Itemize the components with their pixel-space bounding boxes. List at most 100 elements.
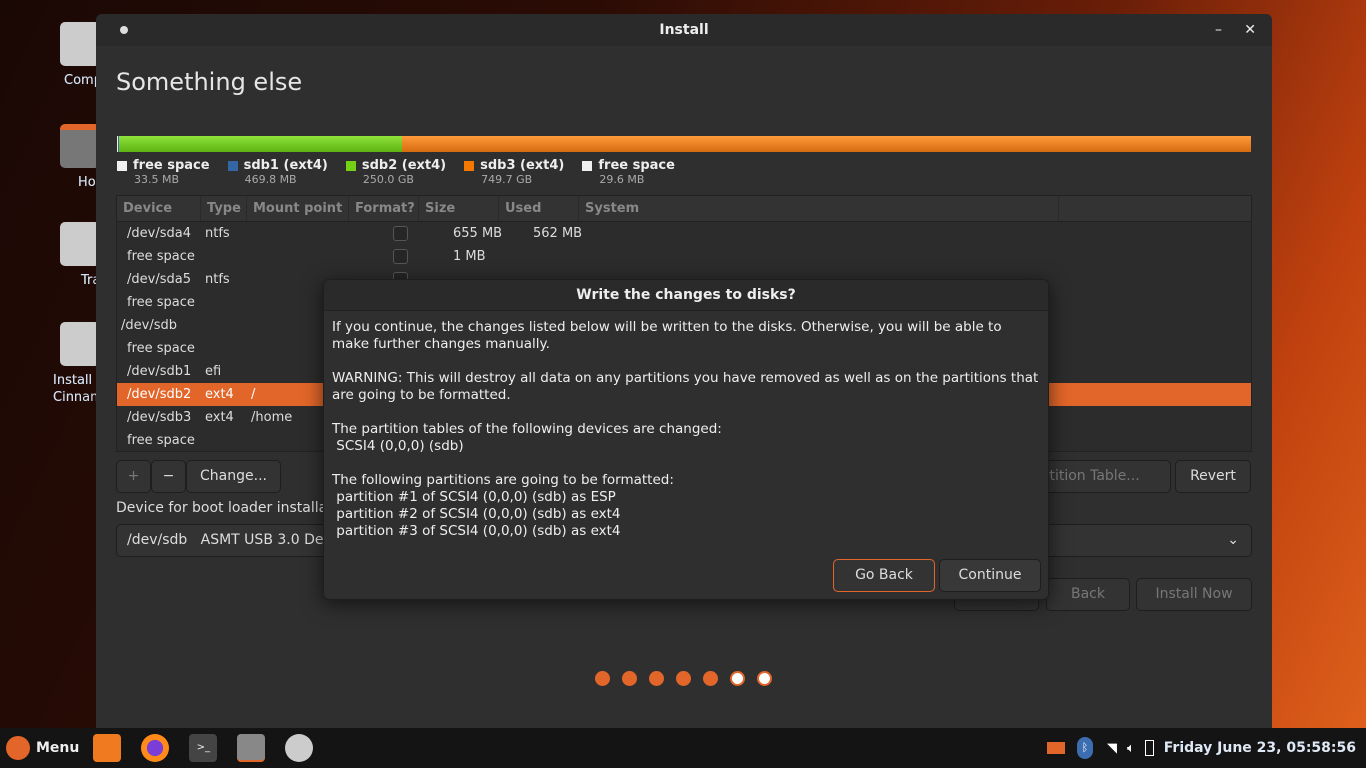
column-header[interactable]: Device	[117, 196, 201, 221]
go-back-button[interactable]: Go Back	[833, 559, 935, 592]
taskbar: Menu >_ ᛒ ◥ 🔈︎ Friday June 23, 05:58:56	[0, 728, 1366, 768]
minimize-icon[interactable]: –	[1215, 14, 1222, 46]
cell-device: /dev/sdb1	[127, 364, 192, 379]
segment-sdb3	[402, 136, 1251, 152]
cell-device: free space	[127, 433, 195, 448]
chevron-down-icon: ⌄	[1227, 532, 1239, 548]
cell-type	[201, 291, 247, 314]
titlebar: Install – ✕	[96, 14, 1272, 46]
progress-dot	[703, 671, 718, 686]
cell-device: /dev/sda5	[127, 272, 191, 287]
progress-dot	[622, 671, 637, 686]
page-title: Something else	[116, 68, 303, 96]
write-changes-dialog: Write the changes to disks? If you conti…	[323, 279, 1049, 600]
window-title: Install	[659, 22, 709, 38]
formatted-item: partition #1 of SCSI4 (0,0,0) (sdb) as E…	[332, 489, 616, 505]
home-folder-icon	[60, 124, 100, 168]
column-header[interactable]: Type	[201, 196, 247, 221]
column-header[interactable]: Used	[499, 196, 579, 221]
segment-sdb2	[119, 136, 402, 152]
dialog-intro: If you continue, the changes listed belo…	[332, 319, 1002, 352]
mint-logo-icon	[6, 736, 30, 760]
desktop-label-visible: Ho	[78, 175, 96, 190]
table-row[interactable]: /dev/sda4 ntfs 655 MB 562 MB	[117, 222, 1251, 245]
formatted-item: partition #3 of SCSI4 (0,0,0) (sdb) as e…	[332, 523, 621, 539]
disc-icon	[60, 322, 100, 366]
cell-type	[201, 337, 247, 360]
format-checkbox[interactable]	[393, 249, 408, 264]
battery-icon[interactable]	[1144, 740, 1154, 756]
cell-size: 655 MB	[453, 226, 503, 241]
cell-mount	[247, 245, 373, 268]
cell-device: /dev/sdb3	[127, 410, 192, 425]
legend-item: sdb2 (ext4) 250.0 GB	[345, 158, 446, 186]
legend-item: sdb1 (ext4) 469.8 MB	[227, 158, 328, 186]
keyboard-icon[interactable]	[1046, 742, 1065, 754]
cell-device: free space	[127, 341, 195, 356]
cell-used	[523, 245, 603, 268]
cell-type: ntfs	[205, 272, 230, 287]
files-launcher-icon[interactable]	[93, 734, 122, 762]
firefox-icon[interactable]	[141, 734, 170, 762]
dialog-warning: WARNING: This will destroy all data on a…	[332, 370, 1039, 403]
terminal-icon[interactable]: >_	[189, 734, 218, 762]
column-header[interactable]: Size	[419, 196, 499, 221]
remove-partition-button[interactable]: −	[151, 460, 186, 493]
cell-type	[201, 429, 247, 451]
menu-button[interactable]: Menu	[6, 736, 79, 760]
install-now-button[interactable]: Install Now	[1136, 578, 1252, 611]
change-partition-button[interactable]: Change...	[186, 460, 281, 493]
legend-swatch	[117, 160, 127, 171]
cell-size: 1 MB	[453, 249, 486, 264]
volume-icon[interactable]: 🔈︎	[1127, 741, 1135, 756]
window-menu-dot-icon[interactable]	[120, 26, 128, 34]
progress-dot	[649, 671, 664, 686]
progress-dots	[595, 671, 772, 686]
column-header[interactable]: Format?	[349, 196, 419, 221]
continue-button[interactable]: Continue	[939, 559, 1041, 592]
file-manager-icon[interactable]	[237, 734, 266, 762]
format-checkbox[interactable]	[393, 226, 408, 241]
progress-dot	[757, 671, 772, 686]
dialog-title: Write the changes to disks?	[324, 280, 1048, 311]
column-header[interactable]: System	[579, 196, 1059, 221]
desktop-label-visible: Tr	[81, 273, 93, 288]
cell-type: ext4	[205, 387, 234, 402]
tables-changed-label: The partition tables of the following de…	[332, 421, 722, 437]
legend-swatch	[227, 160, 238, 171]
close-icon[interactable]: ✕	[1244, 14, 1256, 46]
cell-mount	[247, 222, 373, 245]
trash-icon	[60, 222, 100, 266]
bluetooth-icon[interactable]: ᛒ	[1076, 737, 1093, 759]
cell-device: /dev/sdb	[121, 318, 177, 333]
legend-swatch	[582, 160, 593, 171]
legend-swatch	[345, 160, 356, 171]
legend-item: sdb3 (ext4) 749.7 GB	[464, 158, 564, 186]
cell-type: ext4	[205, 410, 234, 425]
cell-device: /dev/sdb2	[127, 387, 192, 402]
formatted-label: The following partitions are going to be…	[332, 472, 674, 488]
cell-type	[201, 245, 247, 268]
progress-dot	[595, 671, 610, 686]
installer-taskbar-icon[interactable]	[285, 734, 314, 762]
legend-swatch	[464, 160, 475, 171]
formatted-item: partition #2 of SCSI4 (0,0,0) (sdb) as e…	[332, 506, 621, 522]
cell-device: free space	[127, 295, 195, 310]
legend-item: free space 29.6 MB	[582, 158, 675, 186]
computer-icon	[60, 22, 100, 66]
progress-dot	[730, 671, 745, 686]
revert-button[interactable]: Revert	[1175, 460, 1251, 493]
cell-type	[201, 314, 247, 337]
desktop-label-visible: Com	[64, 73, 94, 88]
clock[interactable]: Friday June 23, 05:58:56	[1164, 740, 1356, 756]
partition-bar	[117, 136, 1251, 152]
column-header[interactable]: Mount point	[247, 196, 349, 221]
table-header: Device Type Mount point Format? Size Used Syst…	[117, 196, 1251, 222]
add-partition-button[interactable]: +	[116, 460, 151, 493]
cell-used: 562 MB	[533, 226, 583, 241]
back-button[interactable]: Back	[1046, 578, 1130, 611]
table-row[interactable]: free space 1 MB	[117, 245, 1251, 268]
wifi-icon[interactable]: ◥	[1107, 741, 1117, 756]
desktop-label-visible: Install Cinn	[53, 373, 93, 405]
legend-item: free space 33.5 MB	[117, 158, 210, 186]
